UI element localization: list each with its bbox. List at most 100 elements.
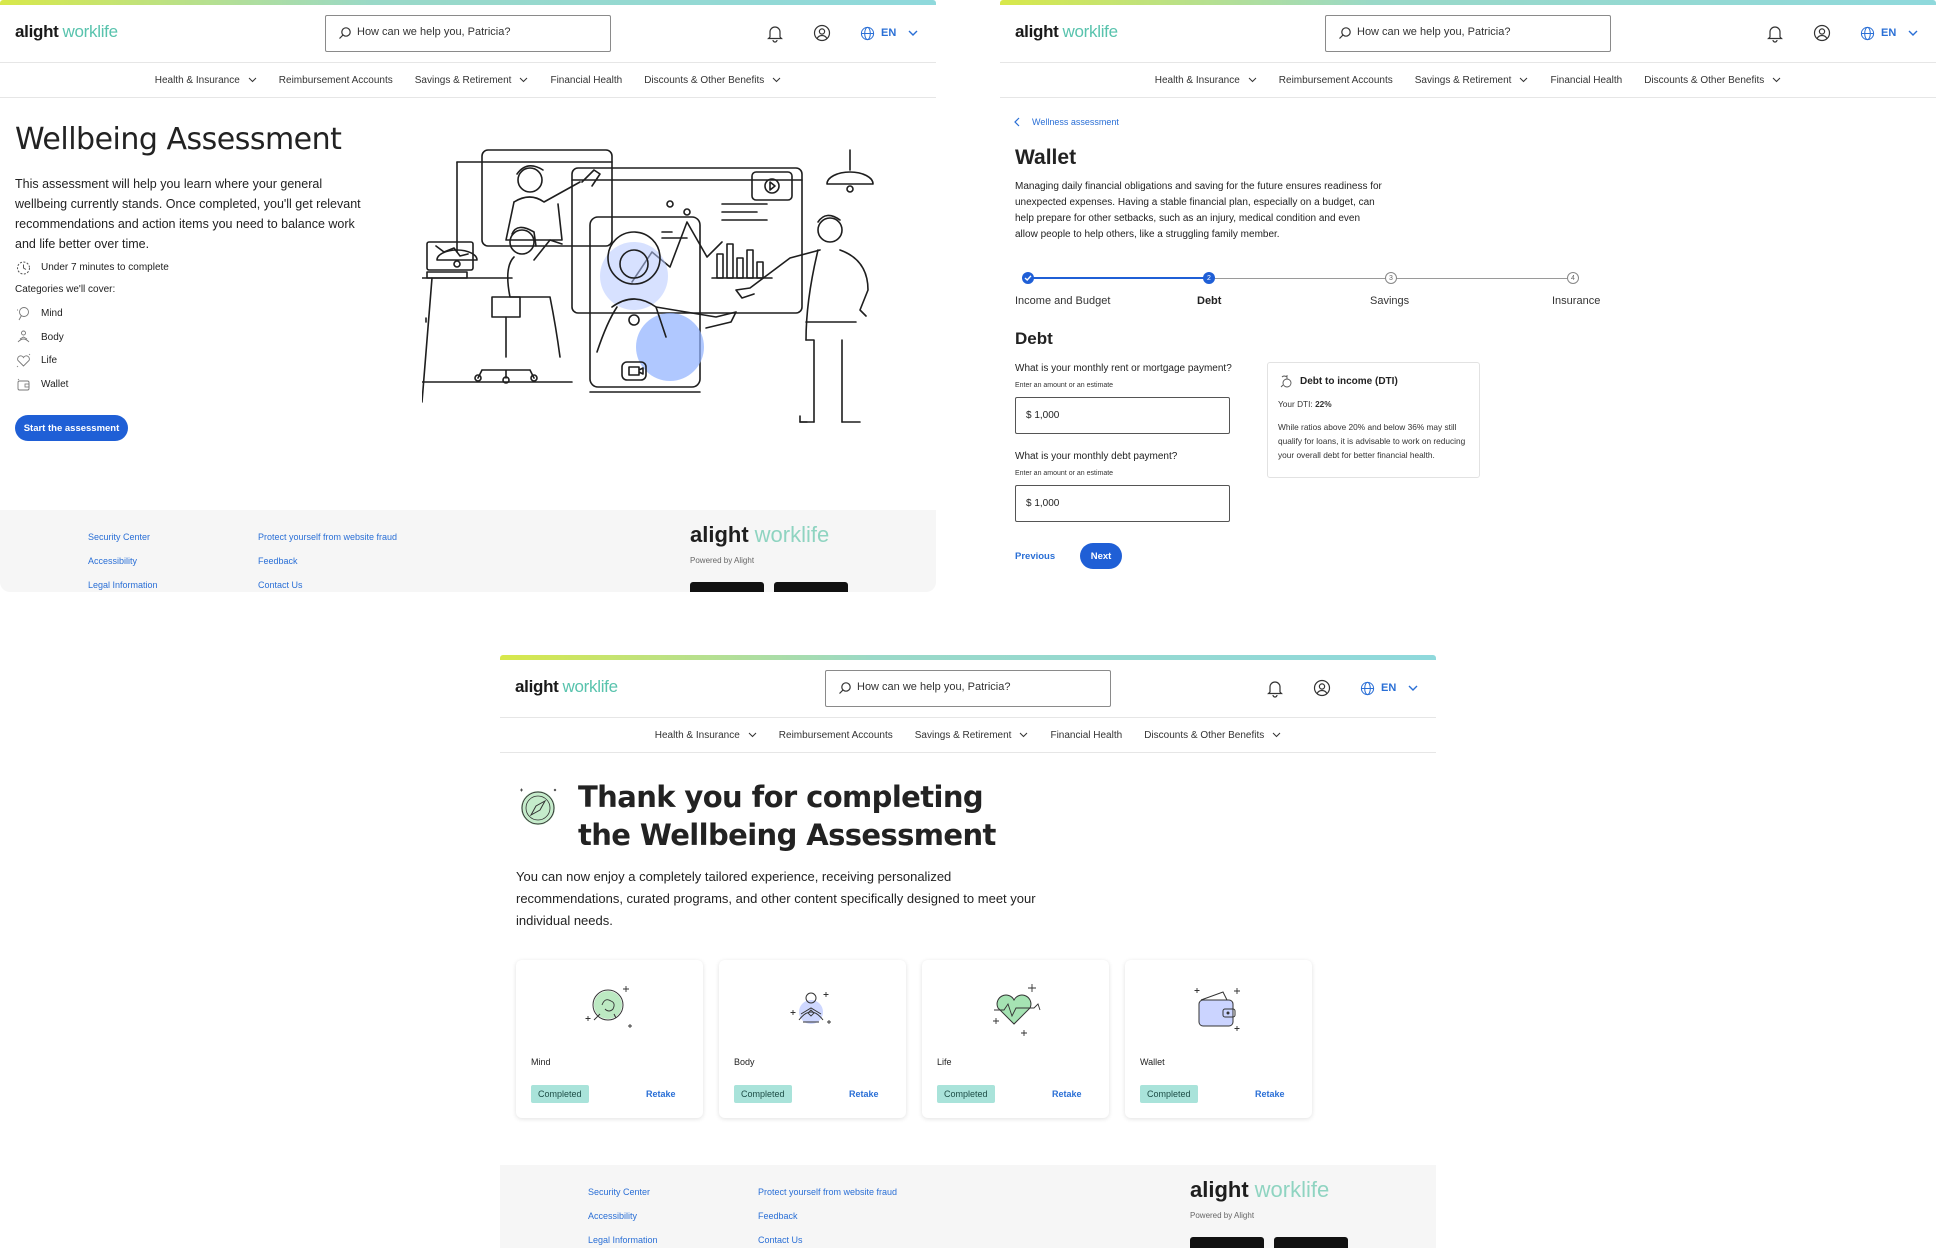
categories-label: Categories we'll cover: (15, 284, 116, 295)
debt-amount-input[interactable]: $ 1,000 (1015, 485, 1230, 522)
search-placeholder: How can we help you, Patricia? (357, 26, 511, 38)
footer-legal-link[interactable]: Legal Information (88, 580, 158, 590)
bell-icon[interactable] (765, 23, 785, 43)
language-selector[interactable]: EN (1860, 23, 1918, 43)
nav-savings-retirement[interactable]: Savings & Retirement (1415, 75, 1529, 86)
chevron-down-icon (772, 77, 781, 83)
alight-worklife-logo[interactable]: alight worklife (15, 22, 118, 42)
language-code: EN (881, 27, 897, 39)
step-3-todo[interactable]: 3 (1385, 272, 1397, 284)
chevron-down-icon (520, 77, 528, 83)
account-icon[interactable] (1312, 678, 1332, 698)
nav-reimbursement-accounts[interactable]: Reimbursement Accounts (779, 730, 893, 741)
nav-savings-retirement[interactable]: Savings & Retirement (415, 75, 529, 86)
footer-security-center-link[interactable]: Security Center (588, 1187, 650, 1197)
nav-discounts-benefits[interactable]: Discounts & Other Benefits (644, 75, 781, 86)
retake-link[interactable]: Retake (1255, 1089, 1285, 1099)
nav-financial-health[interactable]: Financial Health (1550, 75, 1622, 86)
step-1-complete[interactable] (1022, 272, 1034, 284)
debt-hint: Enter an amount or an estimate (1015, 470, 1114, 477)
chevron-down-icon (1772, 77, 1781, 83)
meditation-icon (790, 992, 831, 1024)
app-store-badge[interactable] (1190, 1237, 1264, 1248)
nav-health-insurance[interactable]: Health & Insurance (1155, 75, 1257, 86)
nav-financial-health[interactable]: Financial Health (550, 75, 622, 86)
language-code: EN (1381, 682, 1397, 694)
rent-hint: Enter an amount or an estimate (1015, 382, 1114, 389)
bell-icon[interactable] (1765, 23, 1785, 43)
nav-reimbursement-accounts[interactable]: Reimbursement Accounts (1279, 75, 1393, 86)
assessment-complete-screen: alight worklife How can we help you, Patr… (500, 655, 1436, 1248)
heart-icon (993, 984, 1041, 1036)
money-plant-icon (1280, 375, 1292, 388)
page-title: Wellbeing Assessment (15, 122, 342, 157)
chevron-down-icon (1248, 77, 1257, 83)
language-selector[interactable]: EN (1360, 678, 1418, 698)
nav-savings-retirement[interactable]: Savings & Retirement (915, 730, 1029, 741)
debt-question: What is your monthly debt payment? (1015, 451, 1178, 462)
footer-feedback-link[interactable]: Feedback (758, 1211, 798, 1221)
dti-title: Debt to income (DTI) (1278, 373, 1469, 389)
category-card-body: Body Completed Retake (719, 960, 906, 1118)
nav-health-insurance[interactable]: Health & Insurance (655, 730, 757, 741)
category-cards: Mind Completed Retake Body Completed Ret… (516, 960, 1312, 1118)
alight-worklife-logo[interactable]: alight worklife (515, 677, 618, 697)
wallet-debt-screen: alight worklife How can we help you, Patr… (1000, 0, 1936, 592)
main-nav: Health & Insurance Reimbursement Account… (500, 717, 1436, 753)
retake-link[interactable]: Retake (1052, 1089, 1082, 1099)
search-icon (839, 682, 851, 694)
nav-financial-health[interactable]: Financial Health (1050, 730, 1122, 741)
step-2-label: Debt (1197, 295, 1222, 307)
alight-worklife-logo[interactable]: alight worklife (1015, 22, 1118, 42)
completed-badge: Completed (531, 1085, 589, 1103)
search-placeholder: How can we help you, Patricia? (857, 681, 1011, 693)
retake-link[interactable]: Retake (646, 1089, 676, 1099)
footer-feedback-link[interactable]: Feedback (258, 556, 298, 566)
wallet-description: Managing daily financial obligations and… (1015, 181, 1382, 240)
category-card-wallet: Wallet Completed Retake (1125, 960, 1312, 1118)
compass-badge-icon (520, 788, 557, 825)
step-2-current[interactable]: 2 (1203, 272, 1215, 284)
google-play-badge[interactable] (1274, 1237, 1348, 1248)
step-4-todo[interactable]: 4 (1567, 272, 1579, 284)
search-input[interactable]: How can we help you, Patricia? (1325, 15, 1611, 52)
footer-security-center-link[interactable]: Security Center (88, 532, 150, 542)
google-play-badge[interactable] (774, 582, 848, 592)
card-name: Mind (531, 1057, 551, 1067)
powered-by-text: Powered by Alight (1190, 1211, 1255, 1220)
wallet-icon (1194, 988, 1240, 1031)
previous-button[interactable]: Previous (1015, 551, 1055, 562)
chevron-down-icon (1020, 732, 1028, 738)
site-header: alight worklife How can we help you, Patr… (0, 5, 936, 62)
footer-legal-link[interactable]: Legal Information (588, 1235, 658, 1245)
account-icon[interactable] (812, 23, 832, 43)
nav-reimbursement-accounts[interactable]: Reimbursement Accounts (279, 75, 393, 86)
footer-fraud-link[interactable]: Protect yourself from website fraud (258, 532, 397, 542)
bell-icon[interactable] (1265, 678, 1285, 698)
category-body: Body (15, 326, 68, 350)
step-3-label: Savings (1370, 295, 1410, 307)
search-input[interactable]: How can we help you, Patricia? (325, 15, 611, 52)
account-icon[interactable] (1812, 23, 1832, 43)
wellbeing-intro-screen: alight worklife How can we help you, Patr… (0, 0, 936, 592)
footer-accessibility-link[interactable]: Accessibility (588, 1211, 637, 1221)
nav-discounts-benefits[interactable]: Discounts & Other Benefits (1644, 75, 1781, 86)
retake-link[interactable]: Retake (849, 1089, 879, 1099)
globe-icon (1360, 681, 1375, 695)
footer-contact-link[interactable]: Contact Us (758, 1235, 803, 1245)
start-assessment-button[interactable]: Start the assessment (15, 415, 128, 441)
rent-amount-input[interactable]: $ 1,000 (1015, 397, 1230, 434)
search-placeholder: How can we help you, Patricia? (1357, 26, 1511, 38)
nav-discounts-benefits[interactable]: Discounts & Other Benefits (1144, 730, 1281, 741)
footer-accessibility-link[interactable]: Accessibility (88, 556, 137, 566)
nav-health-insurance[interactable]: Health & Insurance (155, 75, 257, 86)
app-store-badge[interactable] (690, 582, 764, 592)
rent-question: What is your monthly rent or mortgage pa… (1015, 363, 1232, 374)
footer-contact-link[interactable]: Contact Us (258, 580, 303, 590)
category-mind: Mind (15, 302, 68, 326)
language-selector[interactable]: EN (860, 23, 918, 43)
search-input[interactable]: How can we help you, Patricia? (825, 670, 1111, 707)
next-button[interactable]: Next (1080, 543, 1122, 569)
breadcrumb[interactable]: Wellness assessment (1013, 117, 1119, 127)
footer-fraud-link[interactable]: Protect yourself from website fraud (758, 1187, 897, 1197)
